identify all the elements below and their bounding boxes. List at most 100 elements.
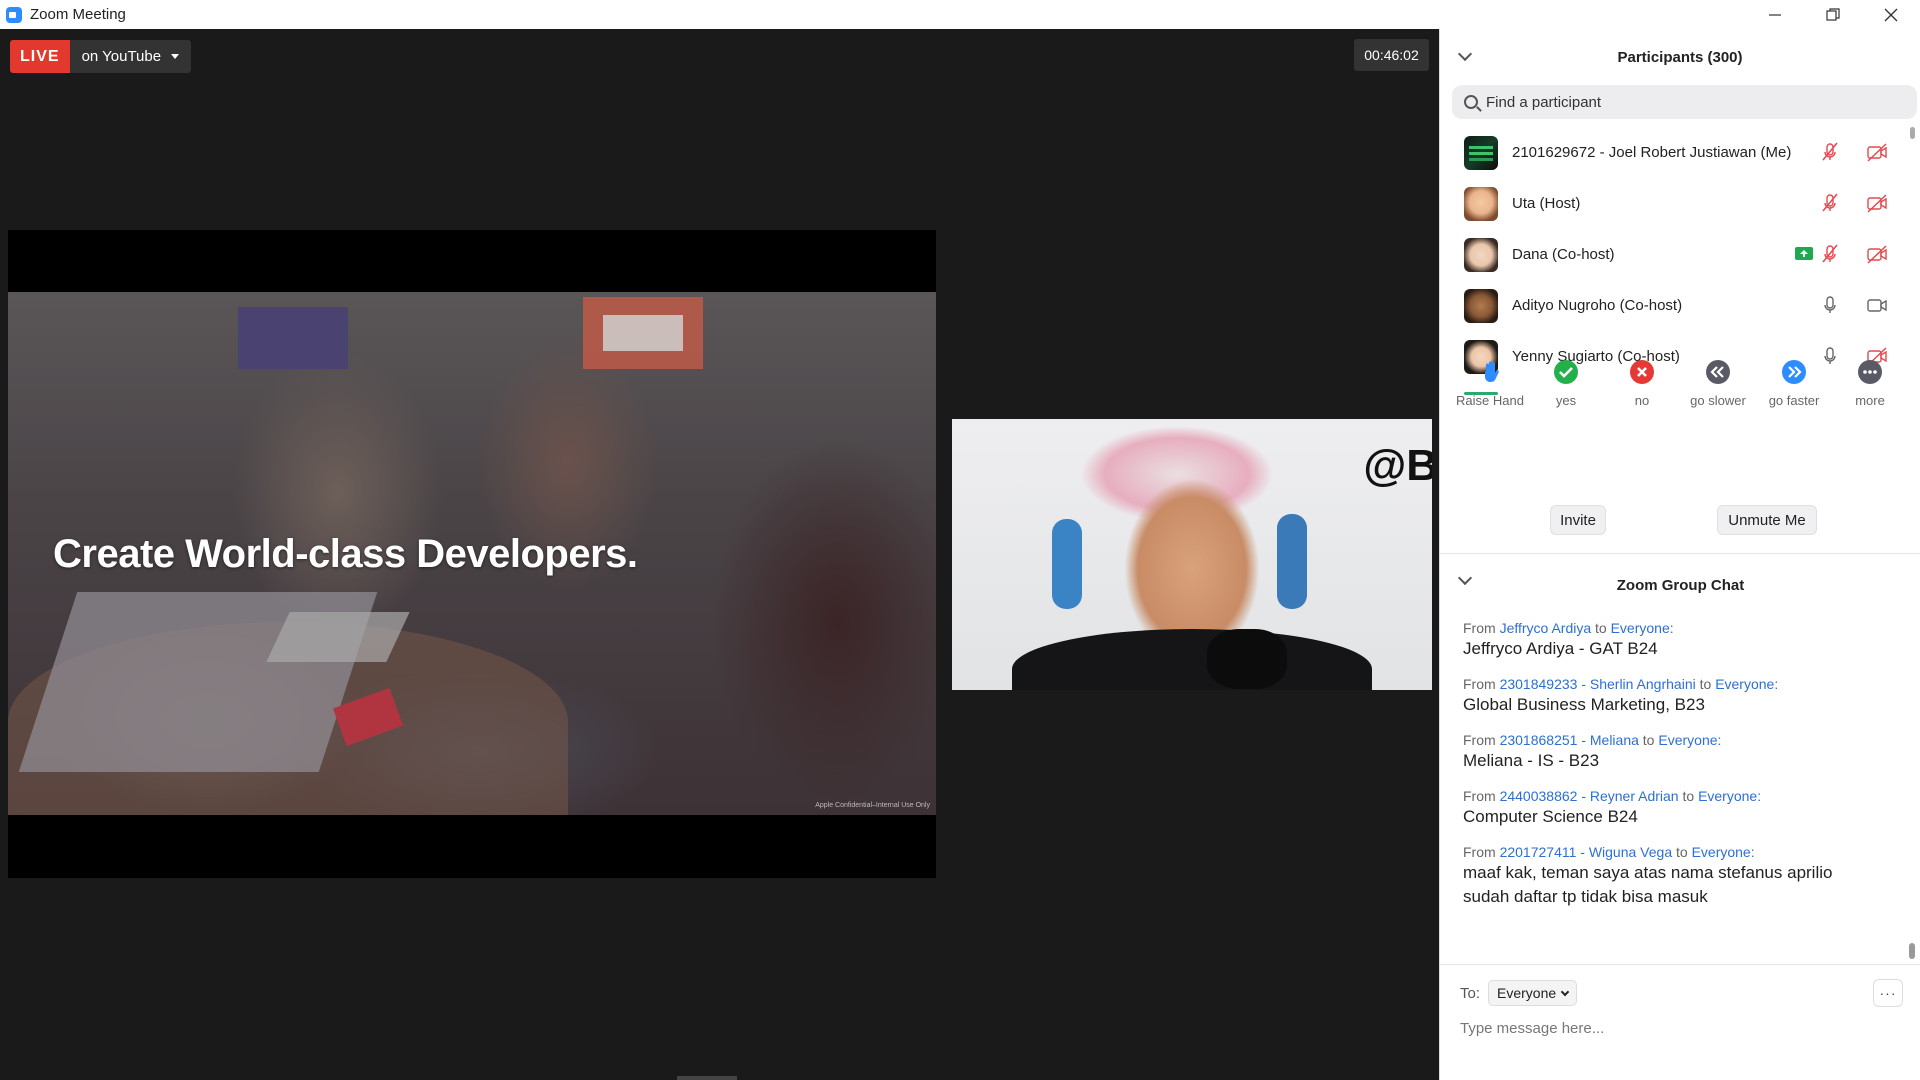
avatar <box>1464 237 1498 272</box>
from-word: From <box>1463 676 1496 692</box>
video-headset-right <box>1277 514 1307 609</box>
reaction-raise-hand-button[interactable]: Raise Hand <box>1452 349 1528 421</box>
video-off-icon[interactable] <box>1866 141 1888 163</box>
chat-message: From 2301849233 - Sherlin Angrhaini to E… <box>1463 675 1883 717</box>
recipient-link[interactable]: Everyone: <box>1692 844 1755 860</box>
side-panel: Participants (300) 2101629672 - Joel Rob… <box>1439 29 1920 1080</box>
participant-row[interactable]: Uta (Host) <box>1440 178 1910 229</box>
participant-row[interactable]: Dana (Co-host) <box>1440 229 1910 280</box>
chat-message-meta: From 2301868251 - Meliana to Everyone: <box>1463 731 1883 749</box>
participants-title: Participants (300) <box>1617 49 1743 66</box>
participant-list-scrollbar[interactable] <box>1910 127 1915 139</box>
participant-search-input[interactable] <box>1486 93 1886 111</box>
sender-link[interactable]: 2440038862 - Reyner Adrian <box>1500 788 1679 804</box>
ellipsis-icon <box>1857 359 1883 385</box>
participant-name: Adityo Nugroho (Co-host) <box>1512 297 1683 314</box>
participants-header: Participants (300) <box>1440 29 1920 86</box>
from-word: From <box>1463 620 1496 636</box>
close-icon <box>1884 8 1898 21</box>
invite-button[interactable]: Invite <box>1550 505 1606 535</box>
mic-muted-icon[interactable] <box>1819 243 1841 265</box>
sender-link[interactable]: 2301868251 - Meliana <box>1500 732 1639 748</box>
raise-hand-icon <box>1477 359 1503 385</box>
screen-share-view: Create World-class Developers. Apple Con… <box>8 230 936 878</box>
chevron-down-icon <box>1560 987 1570 996</box>
participant-row[interactable]: Adityo Nugroho (Co-host) <box>1440 280 1910 331</box>
recipient-dropdown[interactable]: Everyone <box>1488 980 1578 1006</box>
recipient-link[interactable]: Everyone: <box>1715 676 1778 692</box>
chat-message-text: maaf kak, teman saya atas nama stefanus … <box>1463 863 1833 906</box>
chevron-down-icon[interactable] <box>1457 46 1473 62</box>
chat-message-input[interactable] <box>1460 1014 1900 1042</box>
reaction-label: more <box>1855 393 1885 408</box>
chat-message: From 2201727411 - Wiguna Vega to Everyon… <box>1463 843 1883 909</box>
shared-slide: Create World-class Developers. Apple Con… <box>8 292 936 815</box>
search-icon <box>1464 95 1478 109</box>
chat-title: Zoom Group Chat <box>1616 576 1745 594</box>
video-headset-left <box>1052 519 1082 609</box>
chat-message-text: Jeffryco Ardiya - GAT B24 <box>1463 639 1658 658</box>
close-button[interactable] <box>1862 0 1920 29</box>
meeting-stage: LIVE on YouTube 00:46:02 Create World-cl… <box>0 29 1439 1080</box>
sender-link[interactable]: 2201727411 - Wiguna Vega <box>1500 844 1673 860</box>
slide-photo-laptop-small <box>266 612 410 662</box>
recipient-link[interactable]: Everyone: <box>1698 788 1761 804</box>
recipient-value: Everyone <box>1497 985 1557 1001</box>
video-icon[interactable] <box>1866 294 1888 316</box>
reaction-label: go faster <box>1768 393 1820 408</box>
video-off-icon[interactable] <box>1866 243 1888 265</box>
window-title: Zoom Meeting <box>30 6 126 23</box>
avatar <box>1464 186 1498 221</box>
live-badge: LIVE <box>10 40 70 73</box>
video-watermark: @B <box>1363 441 1432 490</box>
reaction-go-slower-button[interactable]: go slower <box>1680 349 1756 421</box>
chat-more-button[interactable]: ··· <box>1873 979 1903 1007</box>
participant-search[interactable] <box>1452 85 1917 119</box>
to-label: To: <box>1460 984 1481 1002</box>
meeting-timer: 00:46:02 <box>1354 39 1429 71</box>
chat-message-meta: From 2440038862 - Reyner Adrian to Every… <box>1463 787 1883 805</box>
live-stream-indicator[interactable]: LIVE on YouTube <box>10 40 192 73</box>
slide-headline: Create World-class Developers. <box>53 532 638 576</box>
participant-name: Dana (Co-host) <box>1512 246 1615 263</box>
recipient-link[interactable]: Everyone: <box>1658 732 1721 748</box>
reaction-label: no <box>1634 393 1650 408</box>
reaction-more-button[interactable]: more <box>1832 349 1908 421</box>
screen-share-icon <box>1795 247 1813 260</box>
reaction-yes-button[interactable]: yes <box>1528 349 1604 421</box>
reaction-bar: Raise Hand yes no go slower go faster more <box>1440 349 1920 421</box>
sender-link[interactable]: Jeffryco Ardiya <box>1500 620 1592 636</box>
minimize-button[interactable] <box>1746 0 1804 29</box>
to-word: to <box>1642 732 1655 748</box>
reaction-go-faster-button[interactable]: go faster <box>1756 349 1832 421</box>
unmute-me-button[interactable]: Unmute Me <box>1717 505 1817 535</box>
restore-icon <box>1826 7 1840 21</box>
avatar <box>1464 288 1498 323</box>
mic-icon[interactable] <box>1819 294 1841 316</box>
rewind-icon <box>1705 359 1731 385</box>
toolbar-handle[interactable] <box>677 1076 737 1080</box>
restore-button[interactable] <box>1804 0 1862 29</box>
video-off-icon[interactable] <box>1866 192 1888 214</box>
participant-row[interactable]: 2101629672 - Joel Robert Justiawan (Me) <box>1440 127 1910 178</box>
minimize-icon <box>1769 13 1781 16</box>
chat-scrollbar[interactable] <box>1909 943 1915 959</box>
sender-link[interactable]: 2301849233 - Sherlin Angrhaini <box>1500 676 1696 692</box>
mic-muted-icon[interactable] <box>1819 141 1841 163</box>
recipient-link[interactable]: Everyone: <box>1611 620 1674 636</box>
video-shirt <box>1012 629 1372 690</box>
chat-message-meta: From Jeffryco Ardiya to Everyone: <box>1463 619 1883 637</box>
participant-name: 2101629672 - Joel Robert Justiawan (Me) <box>1512 144 1792 161</box>
reaction-label: go slower <box>1690 393 1746 408</box>
reaction-no-button[interactable]: no <box>1604 349 1680 421</box>
mic-muted-icon[interactable] <box>1819 192 1841 214</box>
chat-message-text: Computer Science B24 <box>1463 807 1638 826</box>
chevron-down-icon[interactable] <box>1457 570 1473 586</box>
live-target-dropdown[interactable]: on YouTube <box>69 40 192 73</box>
to-word: to <box>1676 844 1688 860</box>
from-word: From <box>1463 732 1496 748</box>
reaction-label: yes <box>1555 393 1577 408</box>
chat-message-text: Global Business Marketing, B23 <box>1463 695 1705 714</box>
window-controls <box>1746 0 1920 29</box>
speaker-video-tile[interactable]: @B <box>952 419 1432 690</box>
